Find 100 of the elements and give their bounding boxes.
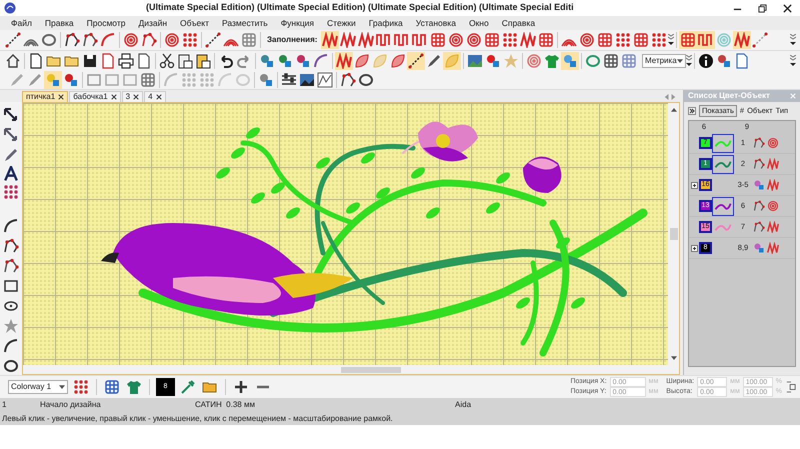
color-grid-icon[interactable] — [103, 378, 121, 396]
dropdown-caret-icon[interactable] — [59, 384, 65, 390]
scrollbar-thumb[interactable] — [670, 228, 678, 240]
multi-object-icon[interactable] — [752, 241, 766, 255]
shirt-icon[interactable] — [125, 378, 143, 396]
tab-scroll-arrows-icon[interactable] — [664, 94, 676, 100]
close-icon[interactable] — [110, 94, 117, 100]
menu-item[interactable]: Просмотр — [86, 16, 126, 30]
fill-pattern-icon[interactable] — [501, 31, 520, 49]
shirt-icon[interactable] — [543, 52, 561, 70]
close-icon[interactable] — [783, 4, 792, 12]
colorway-dropdown[interactable]: Colorway 1 — [8, 380, 68, 394]
home-icon[interactable] — [4, 52, 22, 70]
fill-pattern-icon[interactable] — [697, 31, 716, 49]
fill-pattern-icon[interactable] — [537, 31, 556, 49]
close-icon[interactable] — [133, 94, 140, 100]
fill-pattern-icon[interactable] — [751, 31, 770, 49]
line-tool-icon[interactable] — [4, 31, 22, 49]
menu-item[interactable]: Окно — [468, 16, 489, 30]
node-shape-icon[interactable] — [2, 257, 20, 275]
cut-icon[interactable] — [158, 52, 176, 70]
close-icon[interactable] — [156, 94, 162, 100]
text-tool-icon[interactable] — [3, 166, 19, 182]
zigzag-icon[interactable] — [766, 241, 780, 255]
leaf-icon[interactable] — [353, 52, 371, 70]
lasso-icon[interactable] — [2, 357, 20, 375]
fill-pattern-icon[interactable] — [447, 31, 466, 49]
pen-tool-icon[interactable] — [2, 146, 20, 164]
expand-icon[interactable] — [690, 244, 698, 252]
eyedropper-icon[interactable] — [179, 378, 197, 396]
zigzag-fill-icon[interactable] — [321, 31, 340, 49]
toolbar-grip-icon[interactable] — [668, 34, 674, 46]
leaf-icon[interactable] — [389, 52, 407, 70]
curve-tool-icon[interactable] — [2, 217, 20, 235]
paste-icon[interactable] — [194, 52, 212, 70]
stitch-preview-icon[interactable] — [712, 196, 734, 216]
object-icon[interactable] — [752, 199, 766, 213]
star-icon[interactable] — [502, 52, 520, 70]
select-arrow-icon[interactable] — [2, 106, 20, 124]
object-icon[interactable] — [752, 220, 766, 234]
multi-object-icon[interactable] — [752, 178, 766, 192]
stitch-icon[interactable] — [312, 52, 330, 70]
object-icon[interactable] — [752, 157, 766, 171]
ball-icon[interactable] — [766, 199, 780, 213]
copy-icon[interactable] — [176, 52, 194, 70]
reshape-icon[interactable] — [2, 126, 20, 144]
node-edit-icon[interactable] — [140, 31, 158, 49]
line-tool-icon[interactable] — [204, 31, 222, 49]
zigzag-icon[interactable] — [766, 220, 780, 234]
scroll-up-icon[interactable] — [670, 107, 676, 112]
node-shape-icon[interactable] — [63, 31, 81, 49]
document-tab[interactable]: 3 — [122, 91, 144, 102]
zigzag-fill-icon[interactable] — [339, 31, 358, 49]
fill-pattern-icon[interactable] — [578, 31, 596, 49]
fill-pattern-icon[interactable] — [465, 31, 484, 49]
picture-icon[interactable] — [466, 52, 484, 70]
info-icon[interactable] — [697, 52, 715, 70]
menu-item[interactable]: Правка — [44, 16, 74, 30]
menu-item[interactable]: Установка — [416, 16, 456, 30]
document-tab[interactable]: бабочка1 — [69, 91, 121, 102]
lock-proportions-icon[interactable] — [786, 380, 796, 394]
document-tab[interactable]: 4 — [144, 91, 166, 102]
menu-item[interactable]: Объект — [180, 16, 209, 30]
document-tab[interactable]: птичка1 — [22, 91, 68, 102]
ball-icon[interactable] — [766, 136, 780, 150]
vertical-scrollbar[interactable] — [668, 103, 679, 365]
stitch-preview-icon[interactable] — [712, 154, 734, 174]
node-curve-icon[interactable] — [2, 237, 20, 255]
zigzag-fill-icon[interactable] — [357, 31, 376, 49]
object-icon[interactable] — [752, 136, 766, 150]
toolbar-grip-icon[interactable] — [790, 55, 796, 67]
units-dropdown[interactable]: Метрика — [642, 54, 686, 68]
zigzag-icon[interactable] — [766, 157, 780, 171]
close-icon[interactable] — [58, 94, 64, 100]
fill-pattern-icon[interactable] — [650, 31, 668, 49]
dropdown-caret-icon[interactable] — [677, 58, 683, 64]
menu-item[interactable]: Стежки — [327, 16, 356, 30]
menu-item[interactable]: Файл — [11, 16, 32, 30]
menu-item[interactable]: Графика — [368, 16, 403, 30]
scroll-down-icon[interactable] — [670, 356, 676, 361]
node-shape-icon[interactable] — [81, 31, 99, 49]
zigzag-icon[interactable] — [766, 178, 780, 192]
save-icon[interactable] — [81, 52, 99, 70]
restore-icon[interactable] — [758, 4, 767, 12]
satin-icon[interactable] — [335, 52, 353, 70]
shapes-icon[interactable] — [484, 52, 502, 70]
menu-item[interactable]: Функция — [280, 16, 314, 30]
line-tool-icon[interactable] — [407, 52, 425, 70]
fill-pattern-icon[interactable] — [596, 31, 614, 49]
menu-item[interactable]: Дизайн — [138, 16, 168, 30]
plus-icon[interactable] — [232, 378, 250, 396]
fill-pattern-icon[interactable] — [679, 31, 698, 49]
colors-icon[interactable] — [561, 52, 579, 70]
menu-item[interactable]: Разместить — [222, 16, 268, 30]
fill-pattern-icon[interactable] — [429, 31, 448, 49]
chart-icon[interactable] — [316, 71, 334, 89]
horizontal-scrollbar[interactable] — [23, 365, 679, 374]
table-icon[interactable] — [620, 52, 638, 70]
fill-pattern-icon[interactable] — [632, 31, 650, 49]
colors-icon[interactable] — [294, 52, 312, 70]
